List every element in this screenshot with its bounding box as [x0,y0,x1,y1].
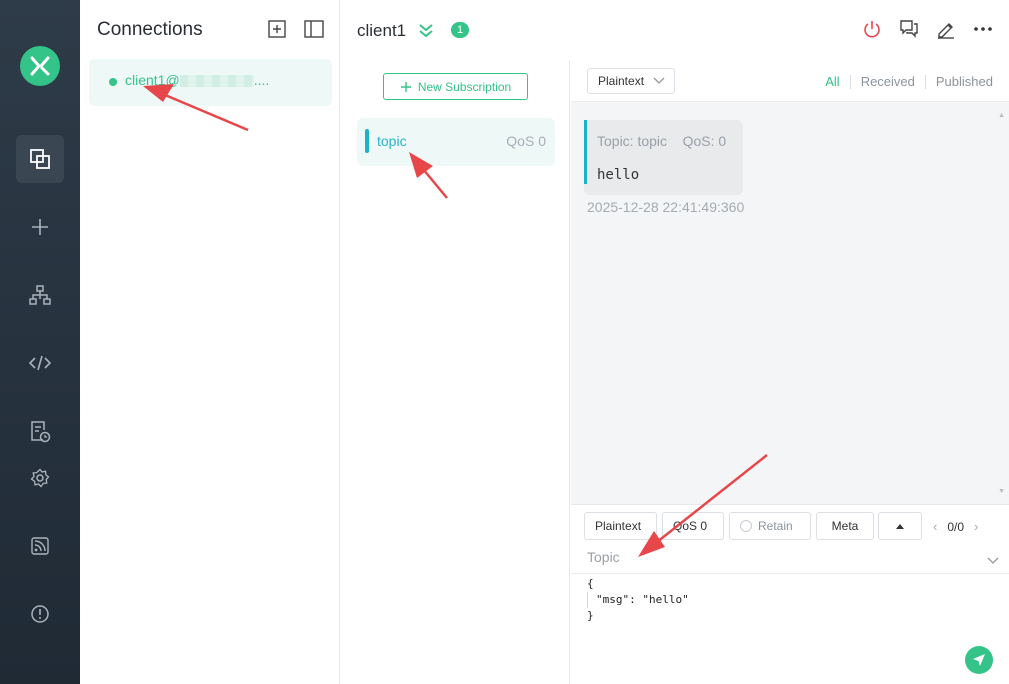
nav-topology[interactable] [16,271,64,319]
history-pager: ‹ 0/0 › [933,519,978,534]
connections-icon [30,149,50,169]
topic-color-bar [584,120,587,184]
expand-header-button[interactable] [418,22,434,43]
connection-header: client1 1 [340,0,1009,60]
plus-icon [400,81,411,92]
expand-editor-button[interactable] [878,512,922,540]
more-dots-icon [974,27,992,31]
add-square-icon [268,20,286,38]
add-connection-button[interactable] [268,20,286,38]
new-subscription-label: New Subscription [417,79,512,94]
payload-format-select[interactable]: Plaintext [587,68,675,94]
editor-line: "msg": "hello" [587,592,689,608]
caret-up-icon [896,523,904,529]
log-icon [31,421,51,443]
message-card[interactable]: Topic: topic QoS: 0 hello [584,120,743,195]
edit-connection-button[interactable] [936,18,956,40]
nav-feed[interactable] [16,522,64,570]
nav-script[interactable] [16,339,64,387]
nav-settings[interactable] [16,454,64,502]
publish-format-select[interactable]: Plaintext [584,512,657,540]
connections-title: Connections [97,19,203,40]
message-filters: All Received Published [815,74,993,89]
toggle-panel-button[interactable] [304,20,324,38]
more-options-button[interactable] [973,18,993,40]
history-count: 0/0 [947,519,965,534]
messages-area: Plaintext All Received Published ▲ Topic… [571,60,1009,504]
nav-log[interactable] [16,408,64,456]
filter-received[interactable]: Received [851,74,925,89]
new-subscription-button[interactable]: New Subscription [383,73,528,100]
chevron-down-icon [987,557,999,564]
connection-title: client1 [357,21,407,40]
editor-line: { [587,577,594,590]
subscription-topic: topic [377,133,407,149]
retain-radio[interactable] [740,520,752,532]
subscription-item[interactable]: topic QoS 0 [357,118,555,166]
send-icon [973,654,985,666]
divider [571,573,1009,574]
editor-line: } [587,609,594,622]
nav-about[interactable] [16,590,64,638]
filter-published[interactable]: Published [926,74,993,89]
chat-bubbles-icon [900,20,918,38]
send-button[interactable] [965,646,993,674]
chevron-down-icon [653,77,665,84]
publish-qos-select[interactable]: QoS 0 [662,512,724,540]
scroll-down-arrow[interactable]: ▼ [998,488,1005,495]
gear-icon [30,468,50,488]
message-timestamp: 2025-12-28 22:41:49:360 [587,199,745,215]
sidebar-toggle-icon [304,20,324,38]
topic-history-toggle[interactable] [987,552,999,570]
next-history-button[interactable]: › [974,519,978,534]
code-icon [28,355,52,371]
disconnect-button[interactable] [862,18,882,40]
redacted-host [179,75,254,88]
payload-editor[interactable]: { "msg": "hello" } [587,576,689,624]
scroll-up-arrow[interactable]: ▲ [998,112,1005,119]
connection-item[interactable]: client1@.... [89,59,332,106]
message-payload: hello [597,167,640,183]
plus-icon [32,219,48,235]
message-count-badge: 1 [451,22,469,38]
nav-connections[interactable] [16,135,64,183]
pencil-icon [938,23,954,39]
status-dot [109,78,117,86]
subscription-qos: QoS 0 [506,133,546,149]
topic-color-bar [365,129,369,153]
prev-history-button[interactable]: ‹ [933,519,937,534]
format-value: Plaintext [598,74,645,88]
subscriptions-column: New Subscription topic QoS 0 [340,60,570,684]
meta-button[interactable]: Meta [816,512,874,540]
power-icon [864,21,880,38]
message-meta: Topic: topic QoS: 0 [597,133,727,149]
app-logo-icon [20,46,60,86]
publish-topic-input[interactable]: Topic [587,549,620,565]
double-chevron-down-icon [419,24,433,38]
publish-area: Plaintext QoS 0 Retain Meta ‹ 0/0 › Topi… [571,504,1009,684]
filter-all[interactable]: All [815,74,849,89]
nav-new-connection[interactable] [16,203,64,251]
new-window-button[interactable] [899,18,919,40]
retain-toggle[interactable]: Retain [729,512,811,540]
connection-name: client1@.... [125,72,270,88]
info-icon [31,605,49,623]
feed-icon [31,537,49,555]
topology-icon [29,285,51,305]
messages-toolbar: Plaintext All Received Published [571,60,1009,102]
connections-panel: Connections client1@.... [80,0,340,684]
nav-rail [0,0,80,684]
